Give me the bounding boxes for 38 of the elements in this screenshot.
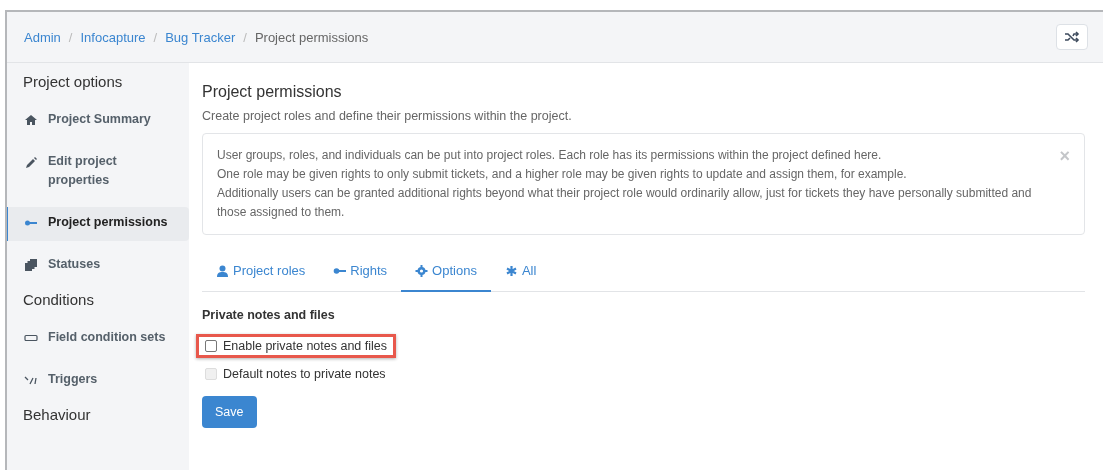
breadcrumb-link[interactable]: Admin <box>24 29 61 45</box>
sidebar-heading: Project options <box>22 73 124 90</box>
breadcrumb-link[interactable]: Infocapture <box>80 29 146 45</box>
checkbox-option[interactable]: Enable private notes and files <box>196 334 396 358</box>
field-icon <box>24 332 38 344</box>
shuffle-icon <box>1064 31 1080 43</box>
sidebar-heading: Conditions <box>22 291 95 308</box>
tab[interactable]: Rights <box>319 251 402 292</box>
breadcrumb-link[interactable]: Bug Tracker <box>165 29 236 45</box>
tab[interactable]: Options <box>401 251 491 292</box>
sidebar-item[interactable]: Project permissions <box>7 207 189 241</box>
sidebar-item[interactable]: Statuses <box>7 249 189 283</box>
sidebar-item[interactable]: Field condition sets <box>7 322 189 356</box>
sidebar-heading: Behaviour <box>22 406 92 423</box>
page-title: Project permissions <box>202 83 343 101</box>
home-icon <box>24 114 38 126</box>
breadcrumb-current: Project permissions <box>254 29 369 45</box>
section-title: Private notes and files <box>202 308 336 322</box>
breadcrumb-separator: / <box>243 29 247 45</box>
tab[interactable]: All <box>490 251 551 292</box>
save-button[interactable]: Save <box>202 396 257 428</box>
pencil-icon <box>24 156 38 168</box>
sidebar-item[interactable]: Triggers <box>7 364 189 398</box>
shuffle-button[interactable] <box>1056 24 1088 50</box>
tab[interactable]: Project roles <box>202 251 320 292</box>
page-subtitle: Create project roles and define their permissions within the project. <box>202 109 573 123</box>
breadcrumb-separator: / <box>68 29 73 45</box>
stack-icon <box>24 259 38 271</box>
info-text: One role may be given rights to only submit tickets, and a higher role may be given rights to update and assign them, for example. <box>217 166 908 183</box>
info-text: Additionally users can be granted additional rights beyond what their project role would ordinarily allow, just for tickets they have personally submitted and those assigned to them. <box>217 185 1033 221</box>
trigger-icon <box>24 374 38 386</box>
sidebar-item[interactable]: Edit project properties <box>7 146 189 199</box>
asterisk-icon <box>504 264 518 277</box>
breadcrumb-separator: / <box>153 29 158 45</box>
user-icon <box>216 264 229 277</box>
info-text: User groups, roles, and individuals can be put into project roles. Each role has its permissions within the project defined here. <box>217 147 883 164</box>
sidebar-item[interactable]: Project Summary <box>7 104 189 138</box>
checkbox[interactable] <box>205 340 217 352</box>
